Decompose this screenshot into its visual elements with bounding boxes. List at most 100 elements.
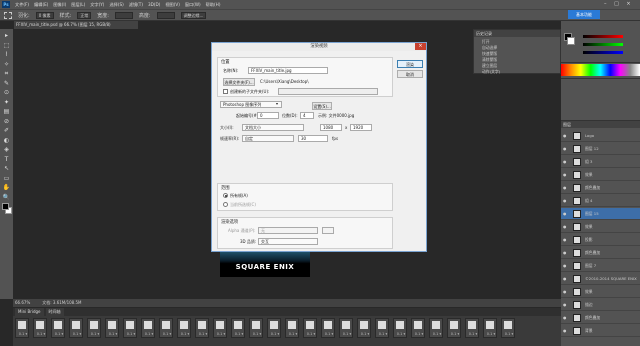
path-select-tool-icon[interactable]: ↖ bbox=[3, 165, 11, 173]
frame-delay[interactable]: 0.1 ▾ bbox=[484, 332, 498, 336]
tab-timeline[interactable]: 时间轴 bbox=[45, 308, 64, 316]
alpha-color-swatch[interactable] bbox=[322, 227, 334, 234]
gradient-tool-icon[interactable]: ◐ bbox=[3, 137, 11, 145]
frame-delay[interactable]: 0.1 ▾ bbox=[340, 332, 354, 336]
timeline-frame[interactable]: 0.1 ▾ bbox=[285, 318, 299, 338]
start-number-field[interactable]: 0 bbox=[257, 112, 279, 119]
render-button[interactable]: 渲染 bbox=[397, 60, 423, 68]
visibility-eye-icon[interactable]: ● bbox=[563, 169, 566, 181]
timeline-frame[interactable]: 0.1 ▾ bbox=[105, 318, 119, 338]
visibility-eye-icon[interactable]: ● bbox=[563, 130, 566, 142]
type-tool-icon[interactable]: T bbox=[3, 156, 11, 164]
quick-select-tool-icon[interactable]: ✧ bbox=[3, 61, 11, 69]
timeline-frame[interactable]: 0.1 ▾ bbox=[411, 318, 425, 338]
document-tab[interactable]: FFXIV_main_title.psd @ 66.7% (图层 15, RGB… bbox=[14, 21, 138, 29]
layer-row[interactable]: ● 描边 bbox=[561, 299, 640, 311]
select-folder-button[interactable]: 选择文件夹(F)... bbox=[223, 78, 255, 86]
eyedropper-tool-icon[interactable]: ✎ bbox=[3, 80, 11, 88]
zoom-level[interactable]: 66.67% bbox=[15, 299, 30, 307]
feather-input[interactable]: 0 像素 bbox=[35, 11, 54, 19]
frame-delay[interactable]: 0.1 ▾ bbox=[304, 332, 318, 336]
layer-row[interactable]: ● Logo bbox=[561, 130, 640, 142]
move-tool-icon[interactable]: ▸ bbox=[3, 32, 11, 40]
layer-row[interactable]: ● ©2010-2014 SQUARE ENIX bbox=[561, 273, 640, 285]
frame-rate-field[interactable]: 30 bbox=[298, 135, 328, 142]
timeline-frame[interactable]: 0.1 ▾ bbox=[267, 318, 281, 338]
frame-delay[interactable]: 0.1 ▾ bbox=[412, 332, 426, 336]
layer-row[interactable]: ● 颜色叠加 bbox=[561, 182, 640, 194]
frame-delay[interactable]: 0.1 ▾ bbox=[34, 332, 48, 336]
frame-delay[interactable]: 0.1 ▾ bbox=[502, 332, 516, 336]
menu-edit[interactable]: 编辑(E) bbox=[34, 2, 48, 8]
timeline-frame[interactable]: 0.1 ▾ bbox=[141, 318, 155, 338]
timeline-frame[interactable]: 0.1 ▾ bbox=[501, 318, 515, 338]
name-field[interactable]: FFXIV_main_title.jpg bbox=[248, 67, 328, 74]
color-bg-swatch[interactable] bbox=[567, 37, 575, 45]
menu-help[interactable]: 帮助(H) bbox=[206, 2, 221, 8]
frame-delay[interactable]: 0.1 ▾ bbox=[232, 332, 246, 336]
layer-row[interactable]: ● 图层 15 bbox=[561, 208, 640, 220]
timeline-frame[interactable]: 0.1 ▾ bbox=[87, 318, 101, 338]
format-select[interactable]: Photoshop 图像序列 bbox=[220, 101, 282, 108]
refine-edge-button[interactable]: 调整边缘... bbox=[180, 11, 207, 19]
create-subfolder-checkbox[interactable] bbox=[223, 89, 228, 94]
visibility-eye-icon[interactable]: ● bbox=[563, 299, 566, 311]
visibility-eye-icon[interactable]: ● bbox=[563, 273, 566, 285]
cancel-button[interactable]: 取消 bbox=[397, 70, 423, 78]
height-field[interactable]: 1920 bbox=[350, 124, 372, 131]
zoom-tool-icon[interactable]: 🔍 bbox=[3, 194, 11, 202]
visibility-eye-icon[interactable]: ● bbox=[563, 325, 566, 337]
timeline-frame[interactable]: 0.1 ▾ bbox=[15, 318, 29, 338]
layer-row[interactable]: ● 图层 7 bbox=[561, 260, 640, 272]
menu-image[interactable]: 图像(I) bbox=[53, 2, 66, 8]
timeline-frame[interactable]: 0.1 ▾ bbox=[177, 318, 191, 338]
lasso-tool-icon[interactable]: ⌇ bbox=[3, 51, 11, 59]
digits-select[interactable]: 4 bbox=[300, 112, 314, 119]
visibility-eye-icon[interactable]: ● bbox=[563, 247, 566, 259]
layer-row[interactable]: ● 效果 bbox=[561, 169, 640, 181]
visibility-eye-icon[interactable]: ● bbox=[563, 156, 566, 168]
width-input[interactable] bbox=[114, 11, 133, 19]
timeline-frame[interactable]: 0.1 ▾ bbox=[447, 318, 461, 338]
frame-delay[interactable]: 0.1 ▾ bbox=[250, 332, 264, 336]
dodge-tool-icon[interactable]: ◈ bbox=[3, 146, 11, 154]
menu-layer[interactable]: 图层(L) bbox=[71, 2, 85, 8]
clone-stamp-tool-icon[interactable]: ▤ bbox=[3, 108, 11, 116]
layer-row[interactable]: ● 效果 bbox=[561, 286, 640, 298]
frame-delay[interactable]: 0.1 ▾ bbox=[160, 332, 174, 336]
window-controls[interactable]: – □ × bbox=[604, 1, 634, 7]
frame-delay[interactable]: 0.1 ▾ bbox=[70, 332, 84, 336]
width-field[interactable]: 1080 bbox=[320, 124, 342, 131]
timeline-frame[interactable]: 0.1 ▾ bbox=[465, 318, 479, 338]
menu-type[interactable]: 文字(Y) bbox=[90, 2, 104, 8]
frame-rate-preset-select[interactable]: 自定 bbox=[242, 135, 294, 142]
visibility-eye-icon[interactable]: ● bbox=[563, 260, 566, 272]
frame-delay[interactable]: 0.1 ▾ bbox=[88, 332, 102, 336]
frame-delay[interactable]: 0.1 ▾ bbox=[430, 332, 444, 336]
frame-delay[interactable]: 0.1 ▾ bbox=[358, 332, 372, 336]
workspace-essentials-button[interactable]: 基本功能 bbox=[568, 10, 600, 19]
timeline-frame[interactable]: 0.1 ▾ bbox=[231, 318, 245, 338]
layer-row[interactable]: ● 组 3 bbox=[561, 156, 640, 168]
timeline-frame[interactable]: 0.1 ▾ bbox=[195, 318, 209, 338]
timeline-frame[interactable]: 0.1 ▾ bbox=[51, 318, 65, 338]
marquee-tool-icon[interactable] bbox=[4, 11, 12, 19]
frame-delay[interactable]: 0.1 ▾ bbox=[142, 332, 156, 336]
layer-row[interactable]: ● 投影 bbox=[561, 234, 640, 246]
timeline-frame[interactable]: 0.1 ▾ bbox=[321, 318, 335, 338]
frame-delay[interactable]: 0.1 ▾ bbox=[466, 332, 480, 336]
height-input[interactable] bbox=[156, 11, 175, 19]
visibility-eye-icon[interactable]: ● bbox=[563, 221, 566, 233]
subfolder-field[interactable] bbox=[278, 88, 378, 95]
timeline-frame[interactable]: 0.1 ▾ bbox=[339, 318, 353, 338]
frame-delay[interactable]: 0.1 ▾ bbox=[286, 332, 300, 336]
timeline-frame[interactable]: 0.1 ▾ bbox=[429, 318, 443, 338]
3d-quality-select[interactable]: 交互 bbox=[258, 238, 318, 245]
timeline-frame[interactable]: 0.1 ▾ bbox=[393, 318, 407, 338]
menu-3d[interactable]: 3D(D) bbox=[148, 2, 160, 7]
timeline-frame[interactable]: 0.1 ▾ bbox=[213, 318, 227, 338]
shape-tool-icon[interactable]: ▭ bbox=[3, 175, 11, 183]
all-frames-radio[interactable] bbox=[223, 193, 228, 198]
visibility-eye-icon[interactable]: ● bbox=[563, 208, 566, 220]
frame-delay[interactable]: 0.1 ▾ bbox=[196, 332, 210, 336]
